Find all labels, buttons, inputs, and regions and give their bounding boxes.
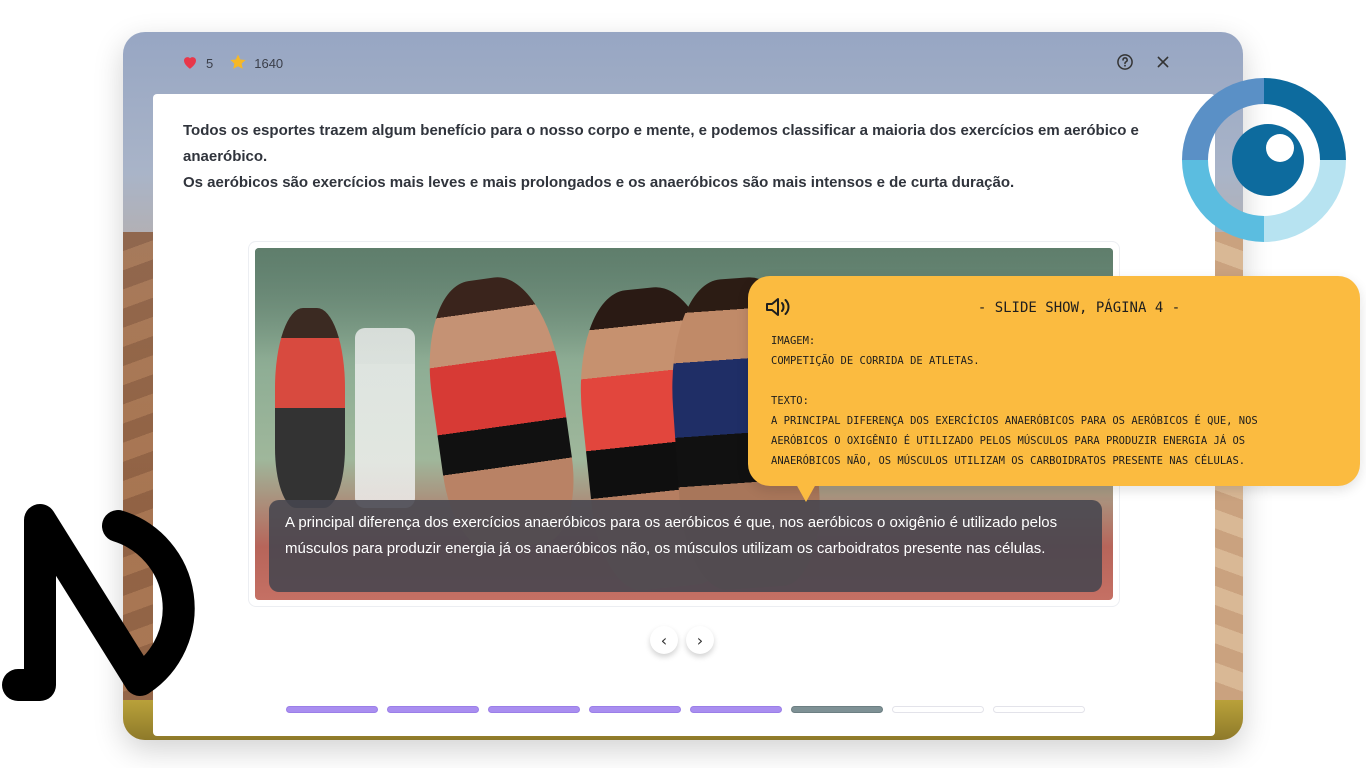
lives-counter: 5 <box>181 53 213 74</box>
tooltip-pointer <box>796 484 816 502</box>
star-icon <box>229 53 247 74</box>
text-label: TEXTO: <box>771 395 809 407</box>
text-line-1: A PRINCIPAL DIFERENÇA DOS EXERCÍCIOS ANA… <box>771 415 1258 427</box>
screen-reader-tooltip: - SLIDE SHOW, PÁGINA 4 - IMAGEM: COMPETI… <box>748 276 1360 502</box>
text-line-2: AERÓBICOS O OXIGÊNIO É UTILIZADO PELOS M… <box>771 435 1246 447</box>
progress-segment <box>690 706 782 713</box>
help-button[interactable] <box>1115 52 1135 72</box>
help-circle-icon <box>1117 54 1133 70</box>
progress-segment <box>892 706 984 713</box>
slide-caption: A principal diferença dos exercícios ana… <box>269 500 1102 592</box>
points-counter: 1640 <box>229 53 283 74</box>
next-slide-button[interactable]: › <box>686 626 714 654</box>
eye-accessibility-logo <box>1182 78 1346 242</box>
progress-segment <box>286 706 378 713</box>
intro-paragraph-2: Os aeróbicos são exercícios mais leves e… <box>183 174 1015 191</box>
top-bar: 5 1640 <box>123 32 1243 94</box>
intro-text: Todos os esportes trazem algum benefício… <box>183 118 1193 196</box>
points-value: 1640 <box>254 55 284 71</box>
tooltip-body: IMAGEM: COMPETIÇÃO DE CORRIDA DE ATLETAS… <box>771 331 1341 471</box>
progress-segment <box>387 706 479 713</box>
progress-segment <box>993 706 1085 713</box>
previous-slide-button[interactable]: ‹ <box>650 626 678 654</box>
progress-segment <box>589 706 681 713</box>
image-label: IMAGEM: <box>771 335 816 347</box>
progress-segment <box>488 706 580 713</box>
intro-paragraph-1: Todos os esportes trazem algum benefício… <box>183 122 1139 165</box>
text-line-3: ANAERÓBICOS NÃO, OS MÚSCULOS UTILIZAM OS… <box>771 455 1246 467</box>
chevron-right-icon: › <box>696 630 704 650</box>
progress-segment <box>791 706 883 713</box>
tooltip-title: - SLIDE SHOW, PÁGINA 4 - <box>977 300 1181 316</box>
slide-navigation: ‹ › <box>650 626 714 654</box>
heart-icon <box>181 53 199 74</box>
slide-progress <box>286 706 1085 713</box>
lives-value: 5 <box>206 55 214 71</box>
nd-logo <box>2 504 195 701</box>
image-description: COMPETIÇÃO DE CORRIDA DE ATLETAS. <box>771 355 980 367</box>
chevron-left-icon: ‹ <box>660 630 668 650</box>
